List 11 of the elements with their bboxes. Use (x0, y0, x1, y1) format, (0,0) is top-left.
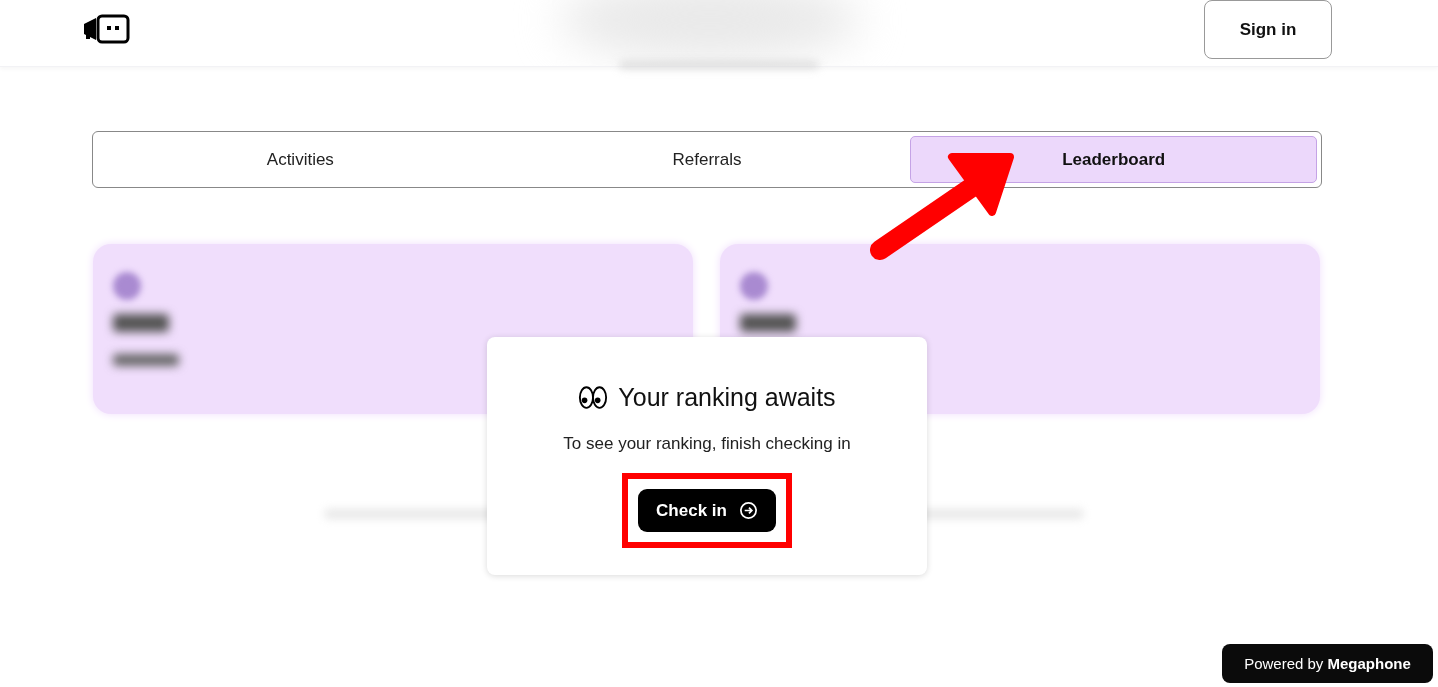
tab[interactable]: Referrals (503, 136, 911, 183)
check-in-button[interactable]: Check in (638, 489, 776, 532)
eyes-icon (578, 385, 609, 410)
dialog-title: Your ranking awaits (618, 383, 836, 412)
arrow-circle-icon (738, 501, 758, 520)
dialog-message: To see your ranking, finish checking in (563, 434, 851, 454)
tab[interactable]: Leaderboard (910, 136, 1317, 183)
sign-in-button[interactable]: Sign in (1204, 0, 1332, 59)
megaphone-logo-icon[interactable] (82, 14, 130, 44)
powered-by-badge[interactable]: Powered by Megaphone (1222, 644, 1433, 683)
tab[interactable]: Activities (97, 136, 504, 183)
